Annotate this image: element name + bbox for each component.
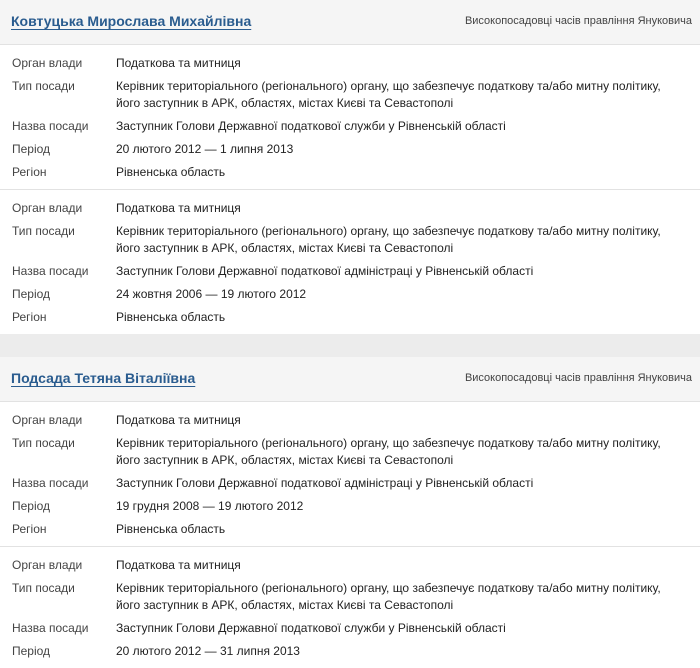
position-row: Назва посади Заступник Голови Державної … [0,620,700,637]
period-row: Період 24 жовтня 2006 — 19 лютого 2012 [0,286,700,303]
organ-label: Орган влади [12,56,83,70]
region-row: Регіон Рівненська область [0,521,700,538]
period-value: 24 жовтня 2006 — 19 лютого 2012 [116,287,307,301]
position-label: Назва посади [12,476,89,490]
organ-value: Податкова та митниця [116,558,241,572]
type-row: Тип посади Керівник територіального (рег… [0,78,700,112]
organ-value: Податкова та митниця [116,201,241,215]
type-value: Керівник територіального (регіонального)… [116,79,661,110]
region-label: Регіон [12,522,47,536]
person-name-link[interactable]: Ковтуцька Мирослава Михайлівна [11,13,251,29]
organ-label: Орган влади [12,558,83,572]
period-row: Період 20 лютого 2012 — 31 липня 2013 [0,643,700,660]
person-name-link[interactable]: Подсада Тетяна Віталіївна [11,370,195,386]
organ-value: Податкова та митниця [116,413,241,427]
type-label: Тип посади [12,436,75,450]
type-value: Керівник територіального (регіонального)… [116,436,661,467]
type-value: Керівник територіального (регіонального)… [116,224,661,255]
position-row: Назва посади Заступник Голови Державної … [0,475,700,492]
type-label: Тип посади [12,79,75,93]
type-label: Тип посади [12,224,75,238]
type-value: Керівник територіального (регіонального)… [116,581,661,612]
period-value: 20 лютого 2012 — 31 липня 2013 [116,644,300,658]
person-card-header: Ковтуцька Мирослава Михайлівна Високопос… [0,0,700,45]
position-value: Заступник Голови Державної податкової сл… [116,119,506,133]
period-label: Період [12,499,51,513]
person-card: Подсада Тетяна Віталіївна Високопосадовц… [0,357,700,668]
position-row: Назва посади Заступник Голови Державної … [0,118,700,135]
position-record: Орган влади Податкова та митниця Тип пос… [0,547,700,668]
period-value: 19 грудня 2008 — 19 лютого 2012 [116,499,304,513]
type-label: Тип посади [12,581,75,595]
region-value: Рівненська область [116,310,226,324]
position-label: Назва посади [12,119,89,133]
category-label: Високопосадовці часів правління Янукович… [464,372,692,384]
period-label: Період [12,644,51,658]
organ-row: Орган влади Податкова та митниця [0,55,700,72]
type-row: Тип посади Керівник територіального (рег… [0,580,700,614]
region-row: Регіон Рівненська область [0,309,700,326]
organ-label: Орган влади [12,413,83,427]
region-label: Регіон [12,165,47,179]
organ-label: Орган влади [12,201,83,215]
position-record: Орган влади Податкова та митниця Тип пос… [0,402,700,547]
position-record: Орган влади Податкова та митниця Тип пос… [0,190,700,334]
period-label: Період [12,142,51,156]
region-value: Рівненська область [116,522,226,536]
organ-row: Орган влади Податкова та митниця [0,200,700,217]
position-value: Заступник Голови Державної податкової ад… [116,476,534,490]
type-row: Тип посади Керівник територіального (рег… [0,435,700,469]
person-card-header: Подсада Тетяна Віталіївна Високопосадовц… [0,357,700,402]
position-label: Назва посади [12,621,89,635]
position-label: Назва посади [12,264,89,278]
organ-row: Орган влади Податкова та митниця [0,557,700,574]
position-record: Орган влади Податкова та митниця Тип пос… [0,45,700,190]
region-label: Регіон [12,310,47,324]
region-value: Рівненська область [116,165,226,179]
category-label: Високопосадовці часів правління Янукович… [464,15,692,27]
period-row: Період 20 лютого 2012 — 1 липня 2013 [0,141,700,158]
position-value: Заступник Голови Державної податкової ад… [116,264,534,278]
period-value: 20 лютого 2012 — 1 липня 2013 [116,142,294,156]
position-value: Заступник Голови Державної податкової сл… [116,621,506,635]
position-row: Назва посади Заступник Голови Державної … [0,263,700,280]
organ-value: Податкова та митниця [116,56,241,70]
person-card: Ковтуцька Мирослава Михайлівна Високопос… [0,0,700,334]
organ-row: Орган влади Податкова та митниця [0,412,700,429]
region-row: Регіон Рівненська область [0,164,700,181]
period-label: Період [12,287,51,301]
type-row: Тип посади Керівник територіального (рег… [0,223,700,257]
period-row: Період 19 грудня 2008 — 19 лютого 2012 [0,498,700,515]
